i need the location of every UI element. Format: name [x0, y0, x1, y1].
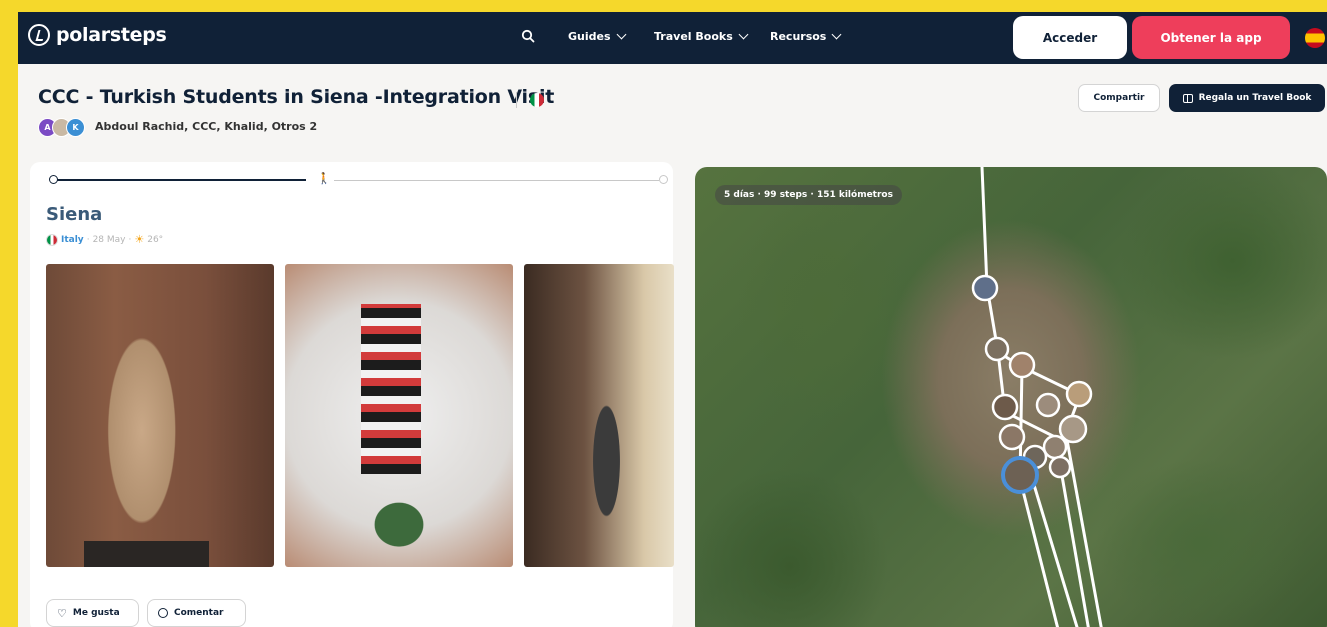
search-icon[interactable] — [521, 29, 535, 43]
step-temperature: 26° — [147, 234, 164, 245]
step-marker — [1065, 380, 1093, 408]
gift-travel-book-label: Regala un Travel Book — [1198, 93, 1312, 103]
timeline-start-dot — [49, 175, 58, 184]
like-label: Me gusta — [72, 608, 120, 618]
comment-label: Comentar — [174, 608, 224, 618]
chevron-down-icon — [616, 29, 626, 40]
polarsteps-logo[interactable]: polarsteps — [28, 24, 167, 46]
nav-guides-label: Guides — [568, 30, 611, 43]
polarsteps-logo-icon — [28, 24, 50, 46]
statue-pedestal — [84, 541, 209, 567]
top-nav-bar: polarsteps Guides Travel Books Recursos … — [18, 12, 1327, 64]
logo-text: polarsteps — [56, 24, 167, 46]
step-title: Siena — [46, 204, 103, 225]
heart-icon: ♡ — [57, 606, 67, 620]
step-card: 🚶 Siena Italy · 28 May · ☀ 26° ♡ Me gust… — [30, 162, 674, 627]
nav-recursos-label: Recursos — [770, 30, 827, 43]
gift-travel-book-button[interactable]: Regala un Travel Book — [1169, 84, 1325, 112]
walker-icon: 🚶 — [317, 172, 331, 185]
participants-list[interactable]: Abdoul Rachid, CCC, Khalid, Otros 2 — [95, 120, 317, 133]
login-button[interactable]: Acceder — [1013, 16, 1127, 59]
comment-button[interactable]: Comentar — [147, 599, 246, 627]
like-button[interactable]: ♡ Me gusta — [46, 599, 139, 627]
get-app-button[interactable]: Obtener la app — [1132, 16, 1290, 59]
step-marker — [1035, 392, 1061, 418]
step-marker — [1058, 414, 1088, 444]
step-photo[interactable] — [285, 264, 513, 567]
step-meta: Italy · 28 May · ☀ 26° — [46, 233, 163, 246]
step-marker — [991, 393, 1019, 421]
nav-travel-books-label: Travel Books — [654, 30, 733, 43]
nav-guides[interactable]: Guides — [568, 29, 626, 43]
route-overlay — [971, 167, 1103, 627]
trip-map[interactable]: 5 días · 99 steps · 151 kilómetros — [695, 167, 1327, 627]
step-marker — [1048, 455, 1072, 479]
italy-flag-icon — [46, 233, 58, 246]
step-marker — [1042, 434, 1068, 460]
step-country[interactable]: Italy — [61, 235, 84, 245]
meta-separator: · — [86, 234, 90, 245]
step-photo[interactable] — [524, 264, 674, 567]
timeline-remaining — [334, 180, 659, 181]
nav-recursos[interactable]: Recursos — [770, 29, 842, 43]
spain-flag-icon[interactable] — [1305, 28, 1325, 48]
title-divider — [516, 92, 517, 108]
chevron-down-icon — [738, 29, 749, 40]
trip-title: CCC - Turkish Students in Siena -Integra… — [38, 86, 555, 108]
step-date: 28 May — [92, 234, 126, 245]
comment-icon — [158, 608, 168, 618]
step-marker — [998, 423, 1026, 451]
current-step-marker — [1001, 456, 1039, 494]
meta-separator: · — [128, 234, 132, 245]
step-marker — [971, 274, 999, 302]
sun-icon: ☀ — [134, 233, 145, 246]
trip-stats-badge: 5 días · 99 steps · 151 kilómetros — [715, 185, 902, 205]
share-button[interactable]: Compartir — [1078, 84, 1160, 112]
step-marker — [984, 336, 1010, 362]
browser-viewport: polarsteps Guides Travel Books Recursos … — [18, 12, 1327, 627]
italy-flag-icon — [530, 93, 544, 107]
timeline-progress — [54, 179, 306, 181]
trip-timeline[interactable]: 🚶 — [49, 172, 669, 185]
gift-icon — [1182, 93, 1193, 103]
step-photo[interactable] — [46, 264, 274, 567]
step-marker — [1008, 351, 1036, 379]
chevron-down-icon — [831, 29, 842, 40]
nav-travel-books[interactable]: Travel Books — [654, 29, 749, 43]
timeline-end-dot — [659, 175, 668, 184]
avatar: K — [66, 118, 85, 137]
participant-avatars[interactable]: A K — [38, 118, 85, 137]
